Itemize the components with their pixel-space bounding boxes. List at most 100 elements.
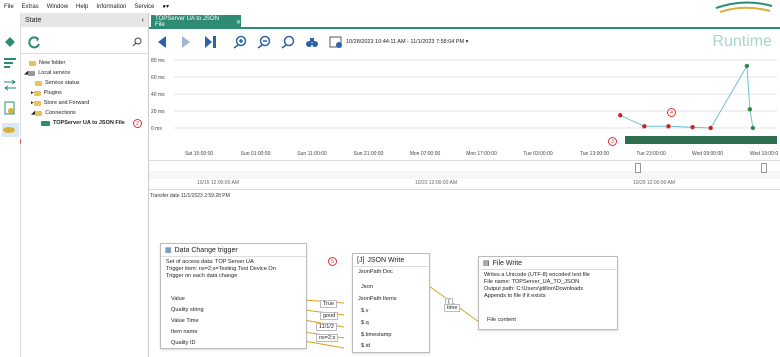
- transfer-icon[interactable]: [3, 79, 17, 93]
- list-icon[interactable]: [3, 57, 17, 71]
- menu-extras[interactable]: Extras: [18, 4, 43, 10]
- collapse-icon[interactable]: ‹: [142, 17, 144, 24]
- input-port-timestamp[interactable]: $.timestamp: [361, 332, 391, 338]
- value-bubble: True: [320, 300, 338, 308]
- x-tick-label: Tue 03:00:00: [523, 151, 553, 157]
- skip-end-icon[interactable]: [203, 35, 217, 49]
- json-icon: [J]: [357, 256, 365, 264]
- output-port-value[interactable]: Value: [171, 296, 185, 302]
- x-tick-label: Wed 09:00:00: [692, 151, 723, 157]
- globe-icon[interactable]: ●▾: [158, 3, 173, 10]
- data-point[interactable]: [747, 107, 753, 112]
- left-rail: 1: [0, 13, 29, 357]
- close-icon[interactable]: ✕: [236, 19, 241, 26]
- menu-information[interactable]: Information: [92, 4, 130, 10]
- x-tick-label: Tue 13:00:00: [580, 151, 610, 157]
- latency-chart: 0 ms 20 ms 40 ms 60 ms 80 ms Sat 15:00:00 Sun…: [151, 58, 778, 157]
- calendar-icon[interactable]: [329, 35, 343, 49]
- node-description: Appends to file if it exists: [484, 293, 546, 299]
- menu-help[interactable]: Help: [72, 4, 92, 10]
- data-point[interactable]: [642, 124, 647, 129]
- y-tick-label: 0 ms: [151, 126, 162, 132]
- tree-item-new-folder[interactable]: New folder: [29, 60, 65, 66]
- refresh-icon[interactable]: [27, 35, 41, 51]
- menu-service[interactable]: Service: [130, 4, 158, 10]
- file-write-node[interactable]: ▤ File Write Writes a Unicode (UTF-8) en…: [478, 256, 618, 330]
- timeline-label: 10/22 12:00:00 AM: [415, 180, 457, 186]
- node-header: ▤ File Write: [479, 257, 617, 270]
- node-description: Output path: C:\Users\jdillon\Downloads: [484, 286, 584, 292]
- tree-item-local-service[interactable]: ◢ Local service: [24, 70, 70, 76]
- forward-icon[interactable]: [179, 35, 193, 49]
- output-port-json[interactable]: Json: [361, 284, 373, 290]
- callout-badge-4: 4: [667, 108, 676, 117]
- tree-item-store-and-forward[interactable]: ▸ Store and Forward: [31, 100, 89, 106]
- data-point[interactable]: [666, 124, 671, 129]
- x-tick-label: Sun 11:00:00: [297, 151, 327, 157]
- connection-icon: [41, 120, 50, 126]
- connections-icon[interactable]: [2, 123, 19, 137]
- timeline-overview[interactable]: 10/15 12:00:00 AM 10/22 12:00:00 AM 10/2…: [149, 160, 780, 190]
- plug-icon[interactable]: [3, 35, 17, 51]
- output-port-value-time[interactable]: Value Time: [171, 318, 199, 324]
- data-point[interactable]: [708, 125, 713, 131]
- callout-badge-5: 5: [328, 257, 337, 266]
- x-tick-label: Mon 07:00:00: [410, 151, 441, 157]
- y-tick-label: 40 ms: [151, 92, 165, 98]
- file-icon: ▤: [483, 260, 490, 267]
- data-point[interactable]: [750, 125, 756, 131]
- runtime-label: Runtime: [712, 33, 772, 50]
- x-tick-label: Sun 01:00:00: [241, 151, 271, 157]
- folder-icon: [33, 100, 41, 106]
- input-port-file-content[interactable]: File content: [487, 317, 516, 323]
- x-tick-label: Mon 17:00:00: [466, 151, 497, 157]
- zoom-out-icon[interactable]: [257, 35, 271, 49]
- document-tabbar: TOPServer UA to JSON File ✕: [149, 13, 780, 29]
- callout-badge-2: 2: [133, 119, 142, 128]
- input-port-q[interactable]: $.q: [361, 320, 369, 326]
- tree-item-plugins[interactable]: ▸ Plugins: [31, 90, 62, 96]
- date-range-selector[interactable]: 10/28/2023 10:44:11 AM - 11/1/2023 7:58:…: [346, 39, 468, 45]
- back-icon[interactable]: [155, 35, 169, 49]
- trigger-icon: ▦: [165, 247, 172, 254]
- server-icon: [28, 70, 36, 76]
- settings-doc-icon[interactable]: [3, 101, 17, 117]
- output-port-quality-string[interactable]: Quality string: [171, 307, 204, 313]
- zoom-in-icon[interactable]: [233, 35, 247, 49]
- data-change-trigger-node[interactable]: ▦ Data Change trigger Set of access data…: [160, 243, 307, 349]
- node-header: [J] JSON Write: [353, 254, 429, 267]
- zoom-fit-icon[interactable]: [281, 35, 295, 49]
- x-tick-label: Sun 21:00:00: [354, 151, 384, 157]
- data-point[interactable]: [744, 63, 750, 69]
- value-bubble: 11/1/2: [316, 323, 337, 331]
- binoculars-icon[interactable]: [305, 35, 319, 49]
- timeline-handle-right[interactable]: [761, 163, 767, 173]
- tab-topserver-ua-to-json[interactable]: TOPServer UA to JSON File ✕: [151, 15, 241, 29]
- tree-item-connections[interactable]: ◢ Connections: [31, 110, 76, 116]
- x-tick-label: Sat 15:00:00: [185, 151, 214, 157]
- input-port-v[interactable]: $.v: [361, 308, 368, 314]
- value-bubble: good: [320, 312, 339, 320]
- menu-file[interactable]: File: [0, 4, 18, 10]
- series-line: [619, 64, 754, 129]
- output-port-quality-id[interactable]: Quality ID: [171, 340, 196, 346]
- y-tick-label: 60 ms: [151, 75, 165, 81]
- data-point[interactable]: [618, 113, 623, 118]
- chart-selection-band[interactable]: [625, 136, 777, 144]
- node-description: File name: TOPServer_UA_TO_JSON: [484, 279, 580, 285]
- state-panel-header: State ‹: [21, 13, 148, 27]
- json-path-items-label: JsonPath Items: [358, 296, 397, 302]
- y-tick-label: 80 ms: [151, 58, 165, 64]
- data-point[interactable]: [690, 124, 695, 130]
- chart-toolbar: 10/28/2023 10:44:11 AM - 11/1/2023 7:58:…: [149, 31, 780, 55]
- timeline-label: 10/15 12:00:00 AM: [197, 180, 239, 186]
- output-port-item-name[interactable]: Item name: [171, 329, 197, 335]
- input-port-id[interactable]: $.id: [361, 343, 370, 349]
- search-icon[interactable]: [132, 37, 142, 49]
- timeline-handle-left[interactable]: [635, 163, 641, 173]
- menu-window[interactable]: Window: [43, 4, 72, 10]
- node-header: ▦ Data Change trigger: [161, 244, 306, 257]
- tree-item-service-status[interactable]: Service status: [35, 80, 80, 86]
- tree-item-topserver-ua-to-json[interactable]: TOPServer UA to JSON File: [41, 120, 125, 126]
- json-write-node[interactable]: [J] JSON Write JsonPath Doc Json JsonPat…: [352, 253, 430, 353]
